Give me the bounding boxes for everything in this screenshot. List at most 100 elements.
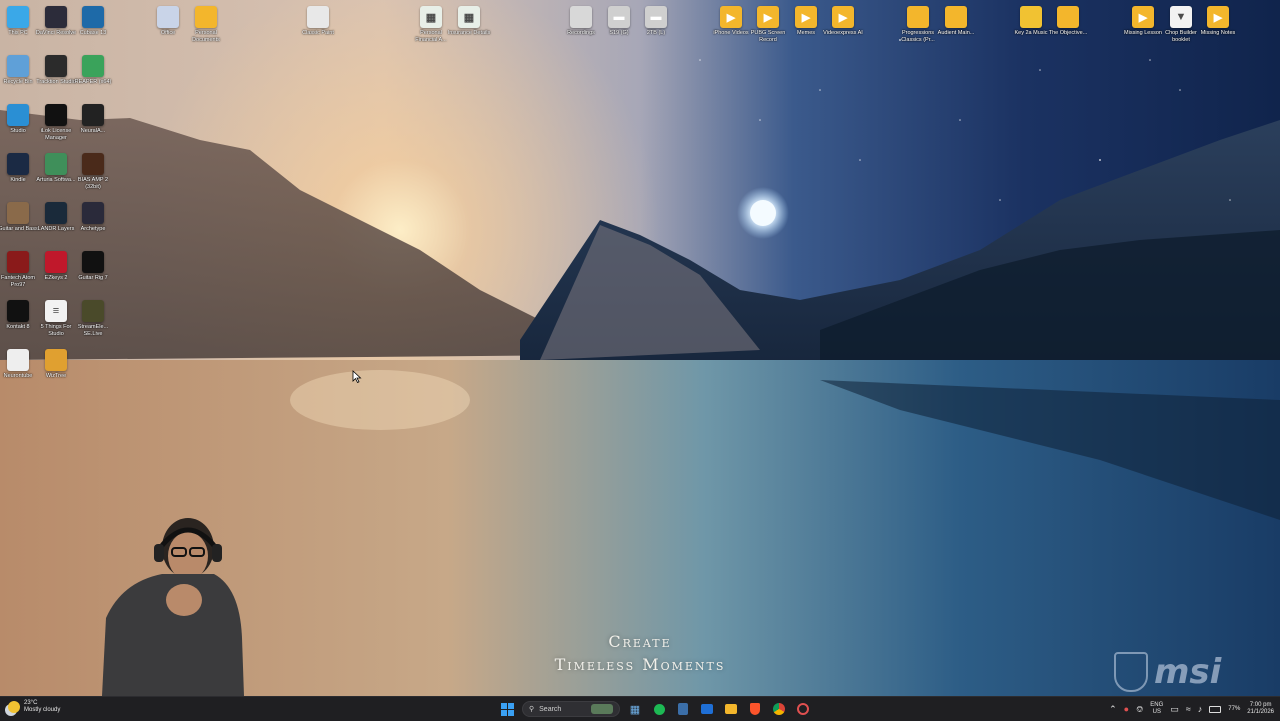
desktop-icon[interactable]: Tracktion Studio	[36, 55, 76, 86]
desktop-icon[interactable]: Studio	[0, 104, 38, 135]
taskbar-app-file-explorer[interactable]: ▦	[626, 700, 644, 718]
desktop-icon[interactable]: Guitar and Bass	[0, 202, 38, 233]
desktop-icon-label: Archetype	[80, 226, 106, 232]
chrome-icon	[1020, 6, 1042, 28]
desktop-icon-label: Audient Main...	[937, 30, 975, 36]
desktop-icon[interactable]: EZkeys 2	[36, 251, 76, 282]
taskbar-search-box[interactable]: ⚲ Search	[522, 701, 620, 717]
taskbar-app-davinci[interactable]	[794, 700, 812, 718]
battery-icon[interactable]	[1209, 705, 1222, 713]
spreadsheet-icon: ▦	[458, 6, 480, 28]
office-icon	[157, 6, 179, 28]
start-button[interactable]	[498, 700, 516, 718]
search-highlight-icon	[591, 704, 613, 714]
taskbar-app-brave[interactable]	[746, 700, 764, 718]
text-file-icon: ≡	[45, 300, 67, 322]
chevron-up-icon[interactable]: ⌃	[1109, 704, 1117, 715]
webcam-overlay	[102, 518, 244, 696]
desktop-icon[interactable]: LANDR Layers	[36, 202, 76, 233]
volume-icon[interactable]: ♪	[1198, 704, 1203, 714]
desktop-icon[interactable]: ▼ Chop Builder booklet	[1161, 6, 1201, 44]
desktop-icon[interactable]: iLok License Manager	[36, 104, 76, 142]
desktop-icon[interactable]: ▶ Videoexpress AI	[823, 6, 863, 37]
desktop-icon[interactable]: Kontakt 8	[0, 300, 38, 331]
desktop-icon[interactable]: ≡ 5 Things For Studio	[36, 300, 76, 338]
search-placeholder: Search	[539, 705, 562, 713]
system-tray: ⌃ ● ⎊ ENG US ▭ ≈ ♪ 77% 7:00 pm 21/1/2026	[1109, 699, 1274, 719]
desktop-icon[interactable]: Fantech Atom Pro97	[0, 251, 38, 289]
wifi-icon[interactable]: ≈	[1186, 704, 1191, 714]
clock-time: 7:00 pm	[1249, 702, 1272, 708]
calculator-icon	[678, 703, 688, 715]
desktop-icon[interactable]: BIAS AMP 2 (32bit)	[73, 153, 113, 191]
wallpaper-tagline: Create Timeless Moments	[520, 630, 760, 676]
weather-widget[interactable]: 23°C Mostly cloudy	[8, 700, 60, 714]
weather-cloudy-icon	[8, 701, 20, 713]
pdf-icon: ▼	[1170, 6, 1192, 28]
desktop-icon[interactable]: DaVinci Resolve	[36, 6, 76, 37]
desktop-icon-label: 2TB (L)	[646, 30, 666, 36]
tagline-line-2: Timeless Moments	[554, 655, 726, 674]
desktop-icon[interactable]: Audient Main...	[936, 6, 976, 37]
desktop-icon[interactable]: Neurontube	[0, 349, 38, 380]
desktop-icon[interactable]: ▶ Missing Notes	[1198, 6, 1238, 37]
desktop-icon[interactable]: Arturia Softwa...	[36, 153, 76, 184]
tagline-line-1: Create	[608, 632, 672, 651]
tray-app-icon[interactable]: ●	[1124, 704, 1129, 714]
desktop-icon[interactable]: WizTree	[36, 349, 76, 380]
desktop-icon[interactable]: ▬ 2TB (L)	[636, 6, 676, 37]
taskbar-app-mail[interactable]	[698, 700, 716, 718]
recycle-bin-icon	[7, 55, 29, 77]
desktop-icon[interactable]: This PC	[0, 6, 38, 37]
video-folder-icon: ▶	[1207, 6, 1229, 28]
desktop-icon[interactable]: REAPER (x64)	[73, 55, 113, 86]
clock-date: 21/1/2026	[1247, 709, 1274, 715]
desktop-icon[interactable]: ▶ PUBG Screen Record	[748, 6, 788, 44]
taskbar-app-spotify[interactable]	[650, 700, 668, 718]
taskbar-center: ⚲ Search ▦	[498, 699, 812, 719]
desktop-icon-label: Cubase 13	[79, 30, 107, 36]
bias-amp-icon	[82, 153, 104, 175]
battery-percentage: 77%	[1228, 706, 1241, 712]
clock[interactable]: 7:00 pm 21/1/2026	[1247, 702, 1274, 716]
taskbar-app-chrome[interactable]	[770, 700, 788, 718]
desktop-icon[interactable]: Cubase 13	[73, 6, 113, 37]
desktop-icon[interactable]: Key 2a Music	[1011, 6, 1051, 37]
davinci-icon	[45, 6, 67, 28]
language-indicator[interactable]: ENG US	[1150, 702, 1163, 716]
microphone-icon[interactable]: ⎊	[1136, 704, 1143, 715]
taskbar-app-calculator[interactable]	[674, 700, 692, 718]
desktop-icon-label: The Objective...	[1048, 30, 1088, 36]
desktop-icon[interactable]: ▦ Insurance Details	[448, 6, 490, 37]
desktop-icon[interactable]: ▶ iPhone Videos	[711, 6, 751, 37]
taskbar-app-folder[interactable]	[722, 700, 740, 718]
desktop-icon[interactable]: Recordings	[561, 6, 601, 37]
folder-icon	[945, 6, 967, 28]
guitar-rig-icon	[82, 251, 104, 273]
desktop-icon[interactable]: ▶ Missing Lesson	[1123, 6, 1163, 37]
desktop-icon[interactable]: ▶ Memes	[786, 6, 826, 37]
drive-icon: ▬	[608, 6, 630, 28]
desktop-icon-label: Personal Documents	[192, 30, 220, 43]
msi-brand-text: msi	[1154, 652, 1222, 692]
desktop-icon[interactable]: The Objective...	[1048, 6, 1088, 37]
chrome-icon	[773, 703, 785, 715]
desktop-icon[interactable]: Progressions Classics (Pr...	[898, 6, 938, 44]
file-explorer-icon: ▦	[629, 703, 641, 716]
desktop-icon[interactable]: Personal Documents	[186, 6, 226, 44]
desktop-icon[interactable]: ▬ S19 (G)	[599, 6, 639, 37]
desktop-icon-label: BIAS AMP 2 (32bit)	[77, 177, 109, 190]
desktop-icon[interactable]: Recycle Bin	[0, 55, 38, 86]
desktop-icon[interactable]: StreamEle... SE.Live	[73, 300, 113, 338]
brave-icon	[750, 703, 760, 715]
desktop-icon[interactable]: NeuralA...	[73, 104, 113, 135]
tablet-icon[interactable]: ▭	[1170, 704, 1179, 715]
desktop-icon[interactable]: Archetype	[73, 202, 113, 233]
desktop-icon[interactable]: Classic Paint	[298, 6, 338, 37]
desktop-icon-label: Guitar Rig 7	[78, 275, 108, 281]
desktop-icon[interactable]: ▦ Personal Financial A...	[411, 6, 451, 44]
desktop-icon[interactable]: Guitar Rig 7	[73, 251, 113, 282]
desktop-icon[interactable]: Office	[148, 6, 188, 37]
archetype-icon	[82, 202, 104, 224]
desktop-icon[interactable]: Kindle	[0, 153, 38, 184]
